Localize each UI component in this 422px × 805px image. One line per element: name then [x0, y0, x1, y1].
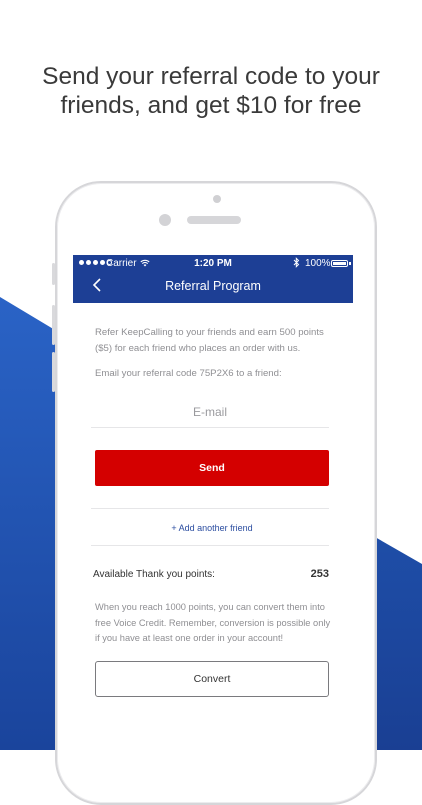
page-title: Referral Program — [165, 279, 261, 293]
camera-dot — [213, 195, 221, 203]
earpiece-speaker — [187, 216, 241, 224]
email-prompt-text: Email your referral code 75P2X6 to a fri… — [95, 368, 282, 379]
convert-info-text: When you reach 1000 points, you can conv… — [95, 602, 331, 643]
points-label: Available Thank you points: — [93, 569, 215, 580]
phone-volume-button — [52, 352, 55, 392]
navigation-bar: Carrier 1:20 PM 100% Referral Program — [73, 255, 353, 303]
front-sensor — [159, 214, 171, 226]
email-field[interactable] — [91, 401, 329, 428]
battery-percentage: 100% — [305, 258, 331, 269]
battery-icon — [331, 260, 348, 267]
referral-content: Refer KeepCalling to your friends and ea… — [73, 303, 353, 697]
phone-volume-button — [52, 263, 55, 285]
battery-tip — [349, 262, 351, 265]
points-row: Available Thank you points: 253 — [93, 568, 329, 580]
add-another-friend-link[interactable]: + Add another friend — [95, 509, 329, 545]
send-button[interactable]: Send — [95, 450, 329, 486]
points-value: 253 — [310, 568, 329, 580]
title-bar: Referral Program — [73, 273, 353, 303]
left-blue-wedge — [0, 297, 60, 750]
convert-button[interactable]: Convert — [95, 660, 329, 697]
bluetooth-icon — [293, 257, 300, 271]
referral-intro-text: Refer KeepCalling to your friends and ea… — [95, 327, 324, 354]
phone-volume-button — [52, 305, 55, 345]
divider — [91, 545, 329, 546]
app-screen: Carrier 1:20 PM 100% Referral Program Re… — [73, 255, 353, 750]
status-bar: Carrier 1:20 PM 100% — [73, 255, 353, 273]
